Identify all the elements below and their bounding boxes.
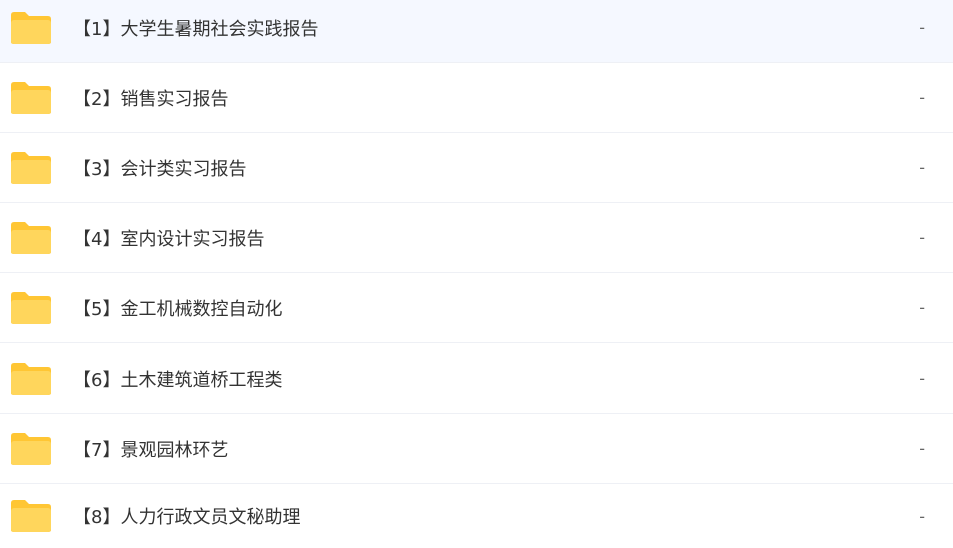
folder-icon <box>10 362 52 396</box>
file-size: - <box>919 228 925 247</box>
file-row[interactable]: 【7】景观园林环艺 - <box>0 414 953 484</box>
file-row[interactable]: 【4】室内设计实习报告 - <box>0 203 953 273</box>
folder-icon <box>10 499 52 533</box>
file-row[interactable]: 【3】会计类实习报告 - <box>0 133 953 203</box>
file-name[interactable]: 【4】室内设计实习报告 <box>73 225 264 251</box>
file-name[interactable]: 【8】人力行政文员文秘助理 <box>73 503 300 529</box>
folder-icon <box>10 151 52 185</box>
folder-icon <box>10 432 52 466</box>
file-name[interactable]: 【3】会计类实习报告 <box>73 155 246 181</box>
folder-icon <box>10 81 52 115</box>
folder-icon <box>10 221 52 255</box>
file-row[interactable]: 【8】人力行政文员文秘助理 - <box>0 484 953 548</box>
file-size: - <box>919 158 925 177</box>
file-size: - <box>919 298 925 317</box>
file-list: 【1】大学生暑期社会实践报告 - 【2】销售实习报告 - 【3】会计类实习报告 … <box>0 0 953 548</box>
file-size: - <box>919 506 925 526</box>
file-row[interactable]: 【1】大学生暑期社会实践报告 - <box>0 0 953 63</box>
file-name[interactable]: 【5】金工机械数控自动化 <box>73 295 282 321</box>
file-name[interactable]: 【1】大学生暑期社会实践报告 <box>73 15 318 41</box>
file-name[interactable]: 【2】销售实习报告 <box>73 85 228 111</box>
file-size: - <box>919 369 925 388</box>
file-row[interactable]: 【6】土木建筑道桥工程类 - <box>0 344 953 414</box>
file-row[interactable]: 【2】销售实习报告 - <box>0 63 953 133</box>
file-name[interactable]: 【6】土木建筑道桥工程类 <box>73 366 282 392</box>
folder-icon <box>10 291 52 325</box>
file-name[interactable]: 【7】景观园林环艺 <box>73 436 228 462</box>
file-size: - <box>919 439 925 458</box>
file-size: - <box>919 18 925 37</box>
folder-icon <box>10 11 52 45</box>
file-size: - <box>919 88 925 107</box>
file-row[interactable]: 【5】金工机械数控自动化 - <box>0 273 953 343</box>
